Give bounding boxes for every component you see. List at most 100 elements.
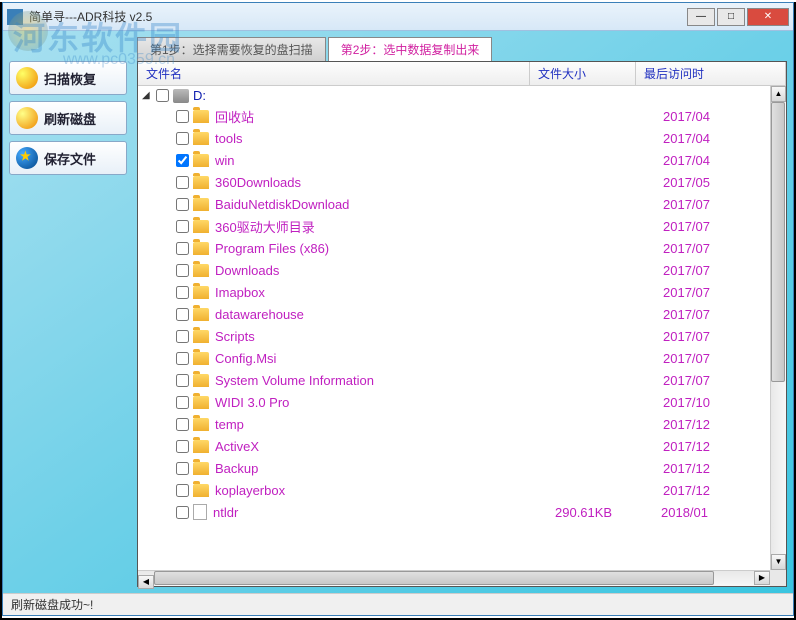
file-checkbox[interactable]: [176, 286, 189, 299]
header-filesize[interactable]: 文件大小: [530, 62, 636, 85]
file-date: 2017/07: [663, 219, 766, 234]
save-label: 保存文件: [44, 149, 96, 168]
drive-name: D:: [193, 88, 206, 103]
file-date: 2017/05: [663, 175, 766, 190]
file-checkbox[interactable]: [176, 418, 189, 431]
file-checkbox[interactable]: [176, 308, 189, 321]
scan-recover-button[interactable]: 扫描恢复: [9, 61, 127, 95]
file-checkbox[interactable]: [176, 352, 189, 365]
file-icon: [193, 504, 207, 520]
file-row[interactable]: 360驱动大师目录2017/07: [138, 215, 770, 237]
scroll-down-button[interactable]: ▼: [771, 554, 786, 570]
file-name: temp: [215, 417, 557, 432]
file-checkbox[interactable]: [176, 330, 189, 343]
file-name: datawarehouse: [215, 307, 557, 322]
file-name: ntldr: [213, 505, 555, 520]
file-checkbox[interactable]: [176, 374, 189, 387]
file-row[interactable]: 回收站2017/04: [138, 105, 770, 127]
file-checkbox[interactable]: [176, 242, 189, 255]
file-name: Config.Msi: [215, 351, 557, 366]
app-window: 简单寻---ADR科技 v2.5 — □ ✕ 河东软件园 www.pc0359.…: [2, 2, 794, 616]
folder-icon: [193, 374, 209, 387]
window-title: 简单寻---ADR科技 v2.5: [29, 8, 687, 25]
file-checkbox[interactable]: [176, 264, 189, 277]
hscroll-thumb[interactable]: [154, 571, 714, 585]
file-date: 2017/04: [663, 153, 766, 168]
save-file-button[interactable]: 保存文件: [9, 141, 127, 175]
file-row[interactable]: koplayerbox2017/12: [138, 479, 770, 501]
horizontal-scrollbar[interactable]: ◀ ▶: [138, 570, 770, 586]
refresh-label: 刷新磁盘: [44, 109, 96, 128]
folder-icon: [193, 176, 209, 189]
file-name: Program Files (x86): [215, 241, 557, 256]
folder-icon: [193, 220, 209, 233]
file-checkbox[interactable]: [176, 396, 189, 409]
content-panel: 第1步：选择需要恢复的盘扫描 第2步：选中数据复制出来 文件名 文件大小 最后访…: [137, 37, 787, 587]
minimize-button[interactable]: —: [687, 8, 715, 26]
expand-arrow-icon[interactable]: ◢: [142, 90, 152, 101]
step-tabs: 第1步：选择需要恢复的盘扫描 第2步：选中数据复制出来: [137, 37, 787, 61]
folder-icon: [193, 484, 209, 497]
drive-icon: [173, 89, 189, 103]
file-row[interactable]: System Volume Information 2017/07: [138, 369, 770, 391]
file-checkbox[interactable]: [176, 132, 189, 145]
file-row[interactable]: 360Downloads 2017/05: [138, 171, 770, 193]
file-checkbox[interactable]: [176, 462, 189, 475]
vscroll-thumb[interactable]: [771, 102, 785, 382]
file-checkbox[interactable]: [176, 220, 189, 233]
file-row[interactable]: tools2017/04: [138, 127, 770, 149]
tab-step2[interactable]: 第2步：选中数据复制出来: [328, 37, 493, 61]
vertical-scrollbar[interactable]: ▲ ▼: [770, 86, 786, 570]
file-name: tools: [215, 131, 557, 146]
file-checkbox[interactable]: [176, 484, 189, 497]
file-row[interactable]: Config.Msi2017/07: [138, 347, 770, 369]
file-row[interactable]: win2017/04: [138, 149, 770, 171]
file-name: System Volume Information: [215, 373, 557, 388]
scroll-corner: [770, 570, 786, 586]
tab-step1[interactable]: 第1步：选择需要恢复的盘扫描: [137, 37, 326, 61]
file-checkbox[interactable]: [176, 176, 189, 189]
refresh-disk-button[interactable]: 刷新磁盘: [9, 101, 127, 135]
file-row[interactable]: WIDI 3.0 Pro2017/10: [138, 391, 770, 413]
folder-icon: [193, 330, 209, 343]
scroll-left-button[interactable]: ◀: [138, 575, 154, 589]
file-name: ActiveX: [215, 439, 557, 454]
file-row[interactable]: Scripts2017/07: [138, 325, 770, 347]
file-checkbox[interactable]: [176, 154, 189, 167]
folder-icon: [193, 462, 209, 475]
folder-icon: [193, 352, 209, 365]
titlebar[interactable]: 简单寻---ADR科技 v2.5 — □ ✕: [3, 3, 793, 31]
file-row[interactable]: BaiduNetdiskDownload2017/07: [138, 193, 770, 215]
file-row[interactable]: Program Files (x86)2017/07: [138, 237, 770, 259]
header-filename[interactable]: 文件名: [138, 62, 530, 85]
close-button[interactable]: ✕: [747, 8, 789, 26]
file-name: Scripts: [215, 329, 557, 344]
file-name: 360Downloads: [215, 175, 557, 190]
header-lastaccess[interactable]: 最后访问时: [636, 62, 786, 85]
folder-icon: [193, 418, 209, 431]
file-checkbox[interactable]: [176, 110, 189, 123]
status-bar: 刷新磁盘成功~!: [3, 593, 793, 615]
scroll-right-button[interactable]: ▶: [754, 571, 770, 585]
file-checkbox[interactable]: [176, 198, 189, 211]
file-row[interactable]: datawarehouse2017/07: [138, 303, 770, 325]
folder-icon: [193, 286, 209, 299]
file-row[interactable]: ntldr290.61KB2018/01: [138, 501, 770, 523]
file-row[interactable]: ActiveX2017/12: [138, 435, 770, 457]
folder-icon: [193, 396, 209, 409]
file-date: 2017/07: [663, 373, 766, 388]
file-row[interactable]: Downloads2017/07: [138, 259, 770, 281]
scroll-up-button[interactable]: ▲: [771, 86, 786, 102]
drive-checkbox[interactable]: [156, 89, 169, 102]
folder-icon: [193, 198, 209, 211]
sidebar: 扫描恢复 刷新磁盘 保存文件: [9, 37, 131, 181]
file-row[interactable]: Backup2017/12: [138, 457, 770, 479]
file-checkbox[interactable]: [176, 440, 189, 453]
file-row[interactable]: temp 2017/12: [138, 413, 770, 435]
file-checkbox[interactable]: [176, 506, 189, 519]
file-row[interactable]: Imapbox2017/07: [138, 281, 770, 303]
file-date: 2017/12: [663, 417, 766, 432]
file-date: 2017/04: [663, 109, 766, 124]
drive-row[interactable]: ◢ D:: [138, 86, 770, 105]
maximize-button[interactable]: □: [717, 8, 745, 26]
